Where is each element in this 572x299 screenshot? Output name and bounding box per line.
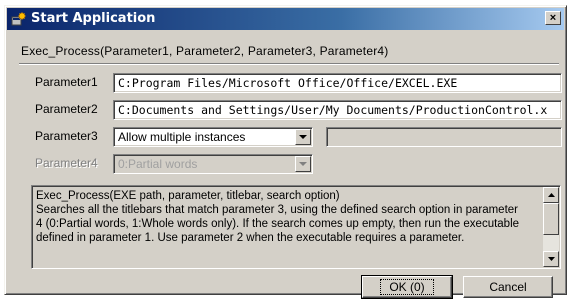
chevron-down-icon: [299, 134, 307, 139]
parameter1-value: C:Program Files/Microsoft Office/Office/…: [118, 76, 458, 90]
description-scrollbar[interactable]: [543, 187, 559, 267]
scroll-up-button[interactable]: [543, 187, 559, 203]
chevron-down-icon: [299, 161, 307, 166]
parameter4-dropdown-button[interactable]: [295, 156, 311, 172]
window-title: Start Application: [31, 11, 156, 26]
parameter3-selected: Allow multiple instances: [118, 130, 246, 144]
close-button[interactable]: ×: [545, 11, 561, 25]
parameter4-label: Parameter4: [35, 156, 98, 170]
parameter2-label: Parameter2: [35, 102, 98, 116]
function-signature: Exec_Process(Parameter1, Parameter2, Par…: [21, 44, 389, 58]
parameter3-dropdown-button[interactable]: [295, 129, 311, 145]
close-icon: ×: [549, 12, 557, 24]
parameter3-dropdown[interactable]: Allow multiple instances: [113, 127, 313, 147]
parameter1-field[interactable]: C:Program Files/Microsoft Office/Office/…: [113, 73, 562, 93]
parameter3-label: Parameter3: [35, 129, 98, 143]
parameter4-selected: 0:Partial words: [118, 157, 198, 171]
title-bar[interactable]: Start Application ×: [7, 8, 564, 30]
description-box[interactable]: Exec_Process(EXE path, parameter, titleb…: [31, 185, 561, 269]
description-text: Exec_Process(EXE path, parameter, titleb…: [36, 190, 520, 244]
parameter2-value: C:Documents and Settings/User/My Documen…: [118, 103, 548, 117]
parameter1-label: Parameter1: [35, 75, 98, 89]
parameter2-field[interactable]: C:Documents and Settings/User/My Documen…: [113, 100, 562, 120]
start-application-dialog: Start Application × Exec_Process(Paramet…: [4, 5, 567, 299]
ok-button[interactable]: OK (0): [361, 275, 453, 299]
scroll-thumb[interactable]: [543, 203, 559, 235]
separator: [19, 63, 559, 65]
arrow-up-icon: [547, 193, 555, 197]
scroll-down-button[interactable]: [543, 251, 559, 267]
cancel-button[interactable]: Cancel: [463, 276, 553, 298]
parameter4-dropdown[interactable]: 0:Partial words: [113, 154, 313, 174]
arrow-down-icon: [547, 257, 555, 261]
parameter3-extra-field[interactable]: [326, 127, 562, 147]
application-icon: [11, 11, 27, 27]
ok-button-label: OK (0): [380, 279, 434, 295]
